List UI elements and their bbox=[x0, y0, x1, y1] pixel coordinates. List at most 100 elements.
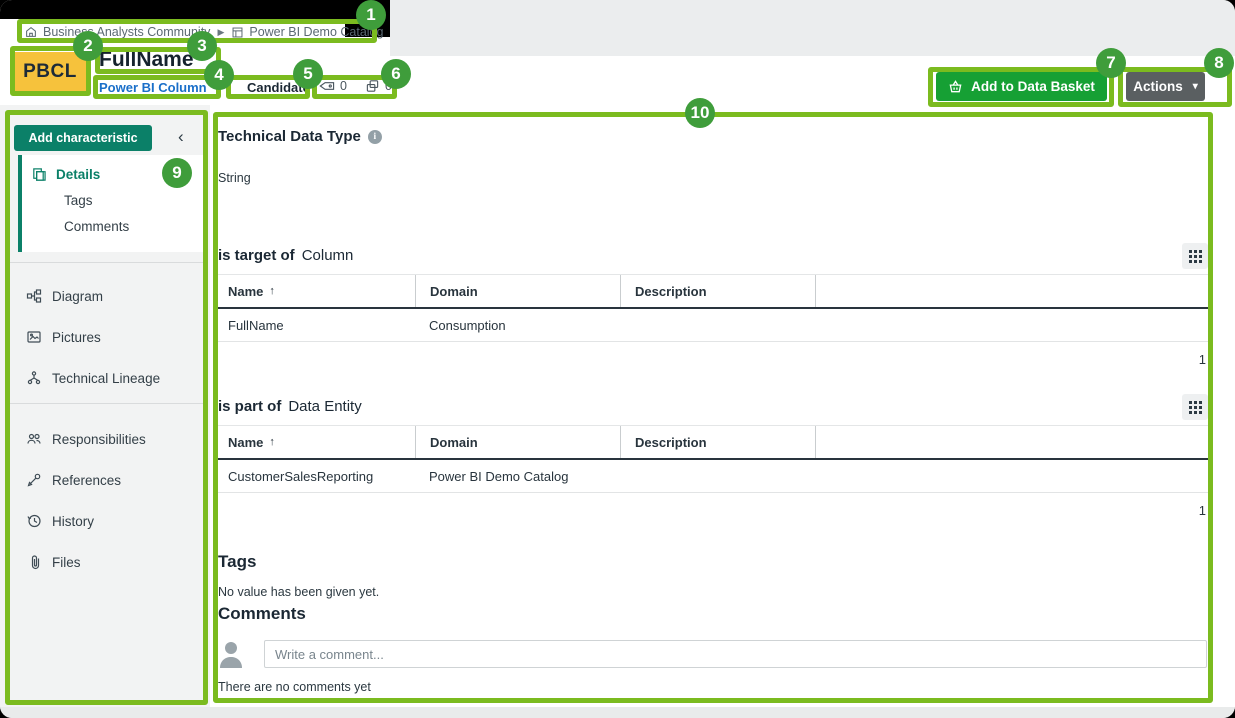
breadcrumb-catalog-label: Power BI Demo Catalog bbox=[249, 25, 383, 39]
relation-prefix: is part of bbox=[218, 398, 281, 415]
column-header-empty bbox=[815, 275, 1208, 307]
cell-domain: Consumption bbox=[415, 309, 620, 341]
relation-section-is-part-of-data-entity: is part of Data Entity Name ↑ bbox=[218, 398, 1208, 518]
main-content: Technical Data Type i String is target o… bbox=[210, 105, 1235, 707]
sidebar-divider bbox=[8, 403, 206, 404]
sidebar: Add characteristic ‹ Details Tags Commen… bbox=[0, 105, 210, 707]
copies-count-button[interactable]: 0 bbox=[365, 79, 392, 93]
details-icon bbox=[30, 166, 46, 182]
breadcrumb-catalog[interactable]: Power BI Demo Catalog bbox=[231, 25, 383, 39]
sidebar-item-label: Comments bbox=[64, 219, 129, 234]
breadcrumb-separator-icon: ▶ bbox=[217, 27, 224, 38]
breadcrumb: Business Analysts Community ▶ Power BI D… bbox=[24, 22, 383, 42]
references-icon bbox=[26, 472, 42, 488]
asset-meta-counts: 0 0 bbox=[318, 79, 392, 93]
asset-type-acronym-badge: PBCL bbox=[14, 52, 86, 92]
cell-description bbox=[620, 309, 815, 341]
table-header-row: Name ↑ Domain Description bbox=[218, 426, 1208, 460]
cell-empty bbox=[815, 460, 1208, 492]
cell-description bbox=[620, 460, 815, 492]
sort-ascending-icon: ↑ bbox=[269, 436, 275, 448]
tags-title: Tags bbox=[218, 552, 1208, 572]
bottom-status-strip bbox=[0, 707, 1235, 718]
column-header-name[interactable]: Name ↑ bbox=[218, 275, 415, 307]
column-header-description[interactable]: Description bbox=[620, 426, 815, 458]
sidebar-item-technical-lineage[interactable]: Technical Lineage bbox=[18, 365, 208, 391]
sidebar-item-history[interactable]: History bbox=[18, 508, 208, 534]
asset-type-link[interactable]: Power BI Column bbox=[99, 80, 207, 95]
comment-input[interactable] bbox=[264, 640, 1207, 668]
top-black-band bbox=[0, 0, 390, 19]
add-to-data-basket-button[interactable]: Add to Data Basket bbox=[936, 72, 1107, 101]
sidebar-item-tags[interactable]: Tags bbox=[22, 187, 208, 213]
lineage-icon bbox=[26, 370, 42, 386]
copies-count: 0 bbox=[385, 79, 392, 93]
relation-table: Name ↑ Domain Description FullName Consu… bbox=[218, 274, 1208, 342]
sidebar-item-responsibilities[interactable]: Responsibilities bbox=[18, 426, 208, 452]
cell-name[interactable]: FullName bbox=[218, 309, 415, 341]
cell-empty bbox=[815, 309, 1208, 341]
annotation-badge-4: 4 bbox=[204, 60, 234, 90]
relation-type: Data Entity bbox=[288, 398, 361, 415]
cell-domain: Power BI Demo Catalog bbox=[415, 460, 620, 492]
status-badge: Candidate bbox=[247, 80, 310, 95]
table-row[interactable]: CustomerSalesReporting Power BI Demo Cat… bbox=[218, 460, 1208, 493]
sidebar-item-files[interactable]: Files bbox=[18, 549, 208, 575]
tags-empty-text: No value has been given yet. bbox=[218, 585, 1208, 599]
actions-label: Actions bbox=[1133, 79, 1183, 94]
row-count: 1 bbox=[218, 352, 1208, 367]
cell-name[interactable]: CustomerSalesReporting bbox=[218, 460, 415, 492]
avatar bbox=[218, 640, 244, 668]
app-window: Business Analysts Community ▶ Power BI D… bbox=[0, 0, 1235, 718]
add-characteristic-button[interactable]: Add characteristic bbox=[14, 125, 152, 151]
column-header-domain[interactable]: Domain bbox=[415, 275, 620, 307]
sidebar-collapse-button[interactable]: ‹ bbox=[178, 127, 184, 147]
add-to-data-basket-label: Add to Data Basket bbox=[971, 79, 1095, 94]
info-icon[interactable]: i bbox=[368, 130, 382, 144]
basket-icon bbox=[948, 80, 963, 94]
pictures-icon bbox=[26, 329, 42, 345]
community-icon bbox=[24, 25, 38, 39]
page-title: FullName bbox=[99, 48, 194, 72]
sidebar-item-label: References bbox=[52, 473, 121, 488]
row-count: 1 bbox=[218, 503, 1208, 518]
sidebar-item-label: History bbox=[52, 514, 94, 529]
sidebar-item-label: Pictures bbox=[52, 330, 101, 345]
technical-data-type-section: Technical Data Type i String bbox=[218, 128, 1208, 185]
sidebar-item-label: Technical Lineage bbox=[52, 371, 160, 386]
table-row[interactable]: FullName Consumption bbox=[218, 309, 1208, 342]
tags-count-button[interactable]: 0 bbox=[318, 79, 347, 93]
annotated-screenshot: Business Analysts Community ▶ Power BI D… bbox=[0, 0, 1235, 718]
comments-empty-text: There are no comments yet bbox=[218, 680, 1208, 694]
table-options-button[interactable] bbox=[1182, 394, 1208, 420]
column-header-name[interactable]: Name ↑ bbox=[218, 426, 415, 458]
relation-table: Name ↑ Domain Description CustomerSalesR… bbox=[218, 425, 1208, 493]
technical-data-type-value: String bbox=[218, 171, 1208, 185]
diagram-icon bbox=[26, 288, 42, 304]
sidebar-item-references[interactable]: References bbox=[18, 467, 208, 493]
column-header-empty bbox=[815, 426, 1208, 458]
relation-section-is-target-of-column: is target of Column Name ↑ bbox=[218, 247, 1208, 367]
sidebar-item-label: Diagram bbox=[52, 289, 103, 304]
files-icon bbox=[26, 554, 42, 570]
history-icon bbox=[26, 513, 42, 529]
table-header-row: Name ↑ Domain Description bbox=[218, 275, 1208, 309]
sidebar-item-details[interactable]: Details bbox=[22, 161, 208, 187]
table-options-button[interactable] bbox=[1182, 243, 1208, 269]
breadcrumb-community[interactable]: Business Analysts Community bbox=[24, 25, 210, 39]
sidebar-item-label: Files bbox=[52, 555, 81, 570]
sidebar-item-label: Details bbox=[56, 167, 100, 182]
relation-type: Column bbox=[302, 247, 354, 264]
chevron-down-icon: ▾ bbox=[1193, 81, 1198, 92]
sidebar-item-pictures[interactable]: Pictures bbox=[18, 324, 208, 350]
comments-title: Comments bbox=[218, 604, 1208, 624]
column-header-domain[interactable]: Domain bbox=[415, 426, 620, 458]
sidebar-item-diagram[interactable]: Diagram bbox=[18, 283, 208, 309]
actions-button[interactable]: Actions ▾ bbox=[1126, 72, 1205, 101]
column-header-description[interactable]: Description bbox=[620, 275, 815, 307]
tag-icon bbox=[318, 79, 335, 93]
responsibilities-icon bbox=[26, 431, 42, 447]
technical-data-type-label: Technical Data Type bbox=[218, 128, 361, 145]
sidebar-item-comments[interactable]: Comments bbox=[22, 213, 208, 239]
catalog-icon bbox=[231, 26, 244, 39]
